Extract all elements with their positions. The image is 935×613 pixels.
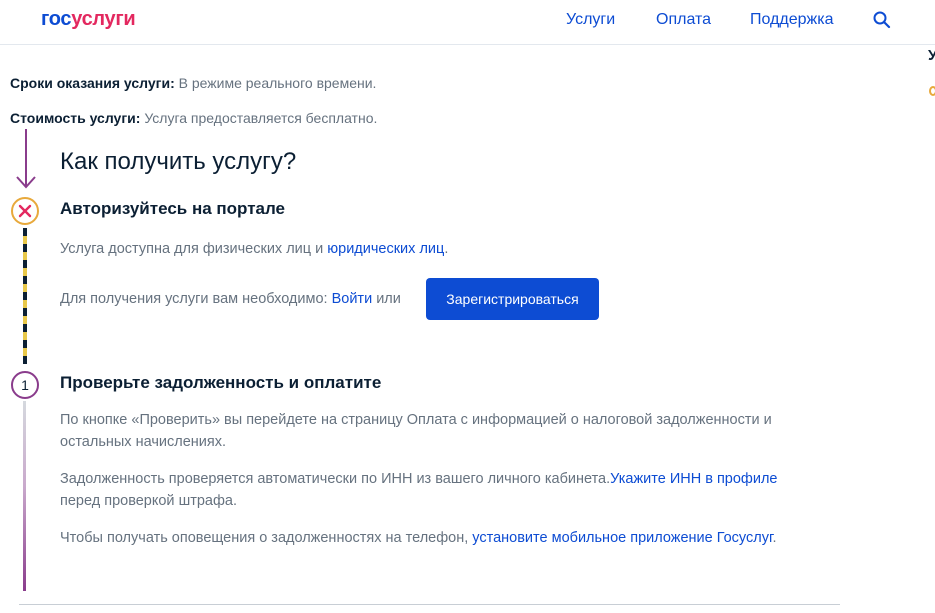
service-terms-value: В режиме реального времени. [178, 75, 377, 91]
logo-part-uslugi: услуги [71, 8, 136, 30]
step-auth-need: Для получения услуги вам необходимо: Вой… [60, 288, 401, 310]
gosuslugi-logo[interactable]: госуслуги [41, 8, 136, 31]
step-number-badge: 1 [11, 371, 39, 399]
nav-payment[interactable]: Оплата [656, 11, 711, 29]
notifications-end: . [772, 530, 777, 546]
inn-text: Задолженность проверяется автоматически … [60, 471, 611, 487]
legal-entities-link[interactable]: юридических лиц [327, 241, 444, 257]
logo-part-gos: гос [41, 8, 72, 30]
service-terms-label: Сроки оказания услуги: [10, 75, 175, 91]
or-text: или [372, 291, 401, 307]
sidebar-cut-icon [929, 86, 935, 96]
service-cost-value: Услуга предоставляется бесплатно. [144, 110, 378, 126]
specify-inn-link[interactable]: Укажите ИНН в профиле [610, 471, 777, 487]
need-text: Для получения услуги вам необходимо: [60, 291, 332, 307]
step-connector-dashed [23, 228, 27, 364]
nav-services[interactable]: Услуги [566, 11, 615, 29]
search-icon[interactable] [872, 10, 892, 30]
step-1-paragraph-2: Задолженность проверяется автоматически … [60, 468, 820, 512]
how-to-get-title: Как получить услугу? [60, 148, 297, 175]
service-terms: Сроки оказания услуги: В режиме реальног… [10, 75, 376, 91]
step-auth-availability: Услуга доступна для физических лиц и юри… [60, 238, 448, 260]
register-button[interactable]: Зарегистрироваться [426, 278, 599, 320]
section-divider [19, 604, 840, 605]
inn-text-end: перед проверкой штрафа. [60, 493, 237, 509]
arrow-down-icon [16, 129, 36, 189]
install-app-link[interactable]: установите мобильное приложение Госуслуг [472, 530, 772, 546]
sidebar-cut-heading: У [928, 47, 935, 64]
service-cost-label: Стоимость услуги: [10, 110, 141, 126]
step-1-title: Проверьте задолженность и оплатите [60, 373, 382, 392]
login-link[interactable]: Войти [332, 291, 373, 307]
availability-text: Услуга доступна для физических лиц и [60, 241, 328, 257]
step-auth-title: Авторизуйтесь на портале [60, 199, 286, 218]
notifications-text: Чтобы получать оповещения о задолженност… [60, 530, 473, 546]
step-connector-line [23, 401, 26, 591]
top-header: госуслуги Услуги Оплата Поддержка [0, 0, 935, 45]
error-icon [11, 197, 39, 225]
step-1-paragraph-3: Чтобы получать оповещения о задолженност… [60, 527, 840, 549]
nav-support[interactable]: Поддержка [750, 11, 833, 29]
step-1-paragraph-1: По кнопке «Проверить» вы перейдете на ст… [60, 412, 772, 450]
service-cost: Стоимость услуги: Услуга предоставляется… [10, 110, 377, 126]
availability-end: . [444, 241, 449, 257]
